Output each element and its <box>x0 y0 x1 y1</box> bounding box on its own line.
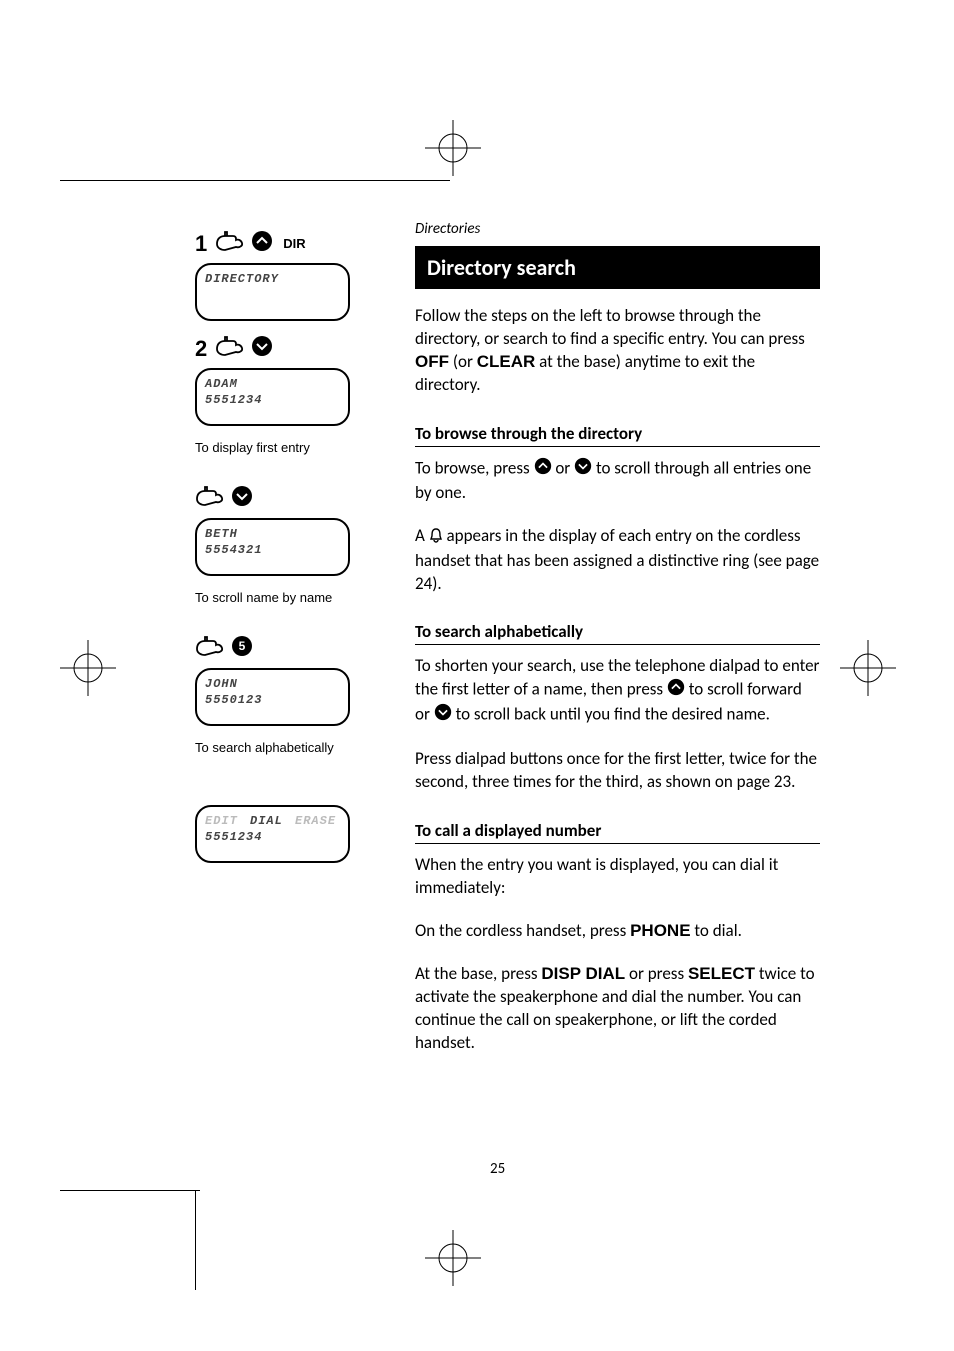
call-p3: At the base, press DISP DIAL or press SE… <box>415 963 820 1055</box>
caption-search-alpha: To search alphabetically <box>195 740 370 755</box>
lcd-erase: ERASE <box>295 814 336 828</box>
lcd-line: 5551234 <box>205 392 340 408</box>
step-1-number: 1 <box>195 231 207 257</box>
hand-icon <box>195 635 225 662</box>
clear-key: CLEAR <box>477 352 536 371</box>
page-number: 25 <box>490 1160 505 1178</box>
text: or <box>555 457 574 478</box>
crop-mark-left <box>60 640 116 696</box>
rule <box>415 843 820 844</box>
step-1-row: 1 DIR <box>195 230 370 257</box>
text: or press <box>625 963 688 984</box>
call-heading: To call a displayed number <box>415 820 820 841</box>
text: to dial. <box>691 920 742 941</box>
bottom-vline <box>195 1190 196 1290</box>
text: On the cordless handset, press <box>415 920 630 941</box>
alpha-row: 5 <box>195 635 370 662</box>
hand-icon <box>215 335 245 362</box>
text: Follow the steps on the left to browse t… <box>415 305 805 349</box>
call-p2: On the cordless handset, press PHONE to … <box>415 920 820 943</box>
keypad-5-icon: 5 <box>231 635 253 662</box>
down-arrow-icon <box>251 335 273 362</box>
dir-label: DIR <box>283 236 305 251</box>
hand-icon <box>215 230 245 257</box>
down-arrow-icon <box>434 703 452 728</box>
top-rule <box>60 180 450 181</box>
up-arrow-icon <box>251 230 273 257</box>
lcd-adam: ADAM 5551234 <box>195 368 350 426</box>
up-arrow-icon <box>534 457 552 482</box>
lcd-directory: DIRECTORY <box>195 263 350 321</box>
crop-mark-bottom <box>425 1230 481 1286</box>
lcd-dial: DIAL <box>250 814 283 828</box>
lcd-edit-dial-erase: EDIT DIAL ERASE 5551234 <box>195 805 350 863</box>
lcd-beth: BETH 5554321 <box>195 518 350 576</box>
down-arrow-icon <box>574 457 592 482</box>
call-p1: When the entry you want is displayed, yo… <box>415 854 820 900</box>
page-title: Directory search <box>415 246 820 289</box>
lcd-line: ADAM <box>205 376 340 392</box>
lcd-line: JOHN <box>205 676 340 692</box>
rule <box>415 446 820 447</box>
svg-text:5: 5 <box>239 639 246 653</box>
scroll-row <box>195 485 370 512</box>
lcd-line: DIRECTORY <box>205 271 340 287</box>
text: appears in the display of each entry on … <box>415 525 819 594</box>
rule <box>415 644 820 645</box>
step-2-row: 2 <box>195 335 370 362</box>
crop-mark-right <box>840 640 896 696</box>
lcd-john: JOHN 5550123 <box>195 668 350 726</box>
lcd-edit: EDIT <box>205 814 238 828</box>
disp-dial-key: DISP DIAL <box>541 964 625 983</box>
text: To browse, press <box>415 457 534 478</box>
distinctive-ring-icon <box>429 527 443 550</box>
alpha-p1: To shorten your search, use the telephon… <box>415 655 820 728</box>
select-key: SELECT <box>688 964 755 983</box>
step-2-number: 2 <box>195 336 207 362</box>
lcd-line: 5554321 <box>205 542 340 558</box>
browse-heading: To browse through the directory <box>415 423 820 444</box>
off-key: OFF <box>415 352 449 371</box>
bottom-rule <box>60 1190 200 1191</box>
text: (or <box>449 351 477 372</box>
caption-display-first: To display first entry <box>195 440 370 455</box>
breadcrumb: Directories <box>415 220 820 238</box>
text: At the base, press <box>415 963 541 984</box>
text: to scroll back until you find the desire… <box>456 704 770 725</box>
caption-scroll-name: To scroll name by name <box>195 590 370 605</box>
hand-icon <box>195 485 225 512</box>
crop-mark-top <box>425 120 481 176</box>
alpha-heading: To search alphabetically <box>415 621 820 642</box>
phone-key: PHONE <box>630 921 690 940</box>
down-arrow-icon <box>231 485 253 512</box>
alpha-p2: Press dialpad buttons once for the first… <box>415 748 820 794</box>
lcd-line: 5551234 <box>205 829 340 845</box>
browse-p1: To browse, press or to scroll through al… <box>415 457 820 505</box>
lcd-line: EDIT DIAL ERASE <box>205 813 340 829</box>
text: A <box>415 525 429 546</box>
lcd-line: 5550123 <box>205 692 340 708</box>
lcd-line: BETH <box>205 526 340 542</box>
browse-p2: A appears in the display of each entry o… <box>415 525 820 596</box>
up-arrow-icon <box>667 678 685 703</box>
intro-paragraph: Follow the steps on the left to browse t… <box>415 305 820 397</box>
